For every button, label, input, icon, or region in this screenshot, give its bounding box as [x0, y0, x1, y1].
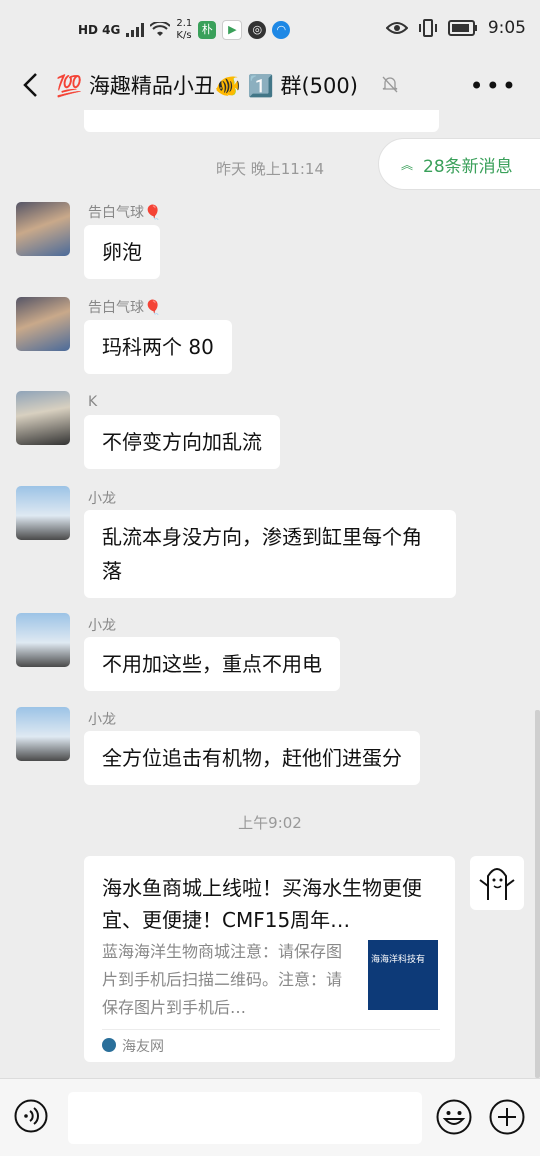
- sender-name: 告白气球🎈: [88, 205, 162, 221]
- battery-icon: [447, 20, 477, 36]
- network-indicator: HD 4G: [78, 23, 121, 37]
- source-logo-icon: [102, 1038, 116, 1052]
- avatar[interactable]: [16, 202, 70, 256]
- speed-value: 2.1: [176, 18, 193, 29]
- link-card-description: 蓝海海洋生物商城注意：请保存图片到手机后扫描二维码。注意：请保存图片到手机后…: [102, 942, 343, 1017]
- message-input[interactable]: [68, 1092, 422, 1144]
- scrollbar[interactable]: [535, 710, 540, 1078]
- signal-icon: [126, 23, 145, 37]
- message-bubble[interactable]: 玛科两个 80: [84, 320, 232, 374]
- status-bar: HD 4G 2.1 K/s 朴 ▶ ◎ ◠ 9:05: [0, 0, 540, 60]
- status-right: 9:05: [385, 18, 526, 38]
- link-card[interactable]: 海水鱼商城上线啦！买海水生物更便宜、更便捷！CMF15周年… 蓝海海洋生物商城注…: [84, 856, 455, 1062]
- message-bubble[interactable]: 不用加这些，重点不用电: [84, 637, 340, 691]
- chat-header: 💯 海趣精品小丑🐠 1️⃣ 群(500) •••: [0, 60, 540, 110]
- divider: [102, 1029, 440, 1030]
- sender-name: 小龙: [88, 712, 116, 728]
- link-card-source: 海友网: [122, 1039, 164, 1055]
- mute-bell-icon: [382, 76, 398, 93]
- avatar[interactable]: [16, 297, 70, 351]
- sender-name: K: [88, 394, 98, 410]
- speed-unit: K/s: [176, 30, 192, 41]
- avatar[interactable]: [16, 707, 70, 761]
- app-notification-icon: 朴: [198, 21, 217, 39]
- avatar[interactable]: [470, 856, 524, 910]
- ghost-sticker-icon: [479, 868, 515, 900]
- sender-name: 告白气球🎈: [88, 300, 162, 316]
- status-left: HD 4G 2.1 K/s 朴 ▶ ◎ ◠: [78, 18, 291, 42]
- sender-name: 小龙: [88, 618, 116, 634]
- chat-area[interactable]: 昨天 晚上11:14 ︽ 28条新消息 告白气球🎈 卵泡 告白气球🎈 玛科两个 …: [0, 110, 540, 1078]
- avatar[interactable]: [16, 486, 70, 540]
- message-bubble[interactable]: 乱流本身没方向，渗透到缸里每个角落: [84, 510, 456, 598]
- message-bubble[interactable]: 全方位追击有机物，赶他们进蛋分: [84, 731, 420, 785]
- more-options-icon[interactable]: •••: [470, 72, 518, 100]
- sender-name: 小龙: [88, 491, 116, 507]
- link-card-title: 海水鱼商城上线啦！买海水生物更便宜、更便捷！CMF15周年…: [102, 876, 422, 932]
- partial-message-bubble: [84, 110, 439, 132]
- network-speed: 2.1 K/s: [176, 18, 192, 42]
- thumbnail-caption: 海海洋科技有: [371, 955, 426, 965]
- browser-icon: ◠: [272, 21, 291, 39]
- chat-title: 💯 海趣精品小丑🐠 1️⃣ 群(500): [56, 74, 358, 98]
- voice-icon[interactable]: [14, 1099, 48, 1133]
- app-icon: ◎: [248, 21, 267, 39]
- clock: 9:05: [487, 18, 526, 38]
- emoji-icon[interactable]: [436, 1099, 472, 1135]
- avatar[interactable]: [16, 613, 70, 667]
- back-arrow-icon[interactable]: [16, 68, 46, 102]
- wifi-icon: [150, 22, 171, 36]
- message-bubble[interactable]: 卵泡: [84, 225, 160, 279]
- vibrate-icon: [418, 19, 437, 37]
- avatar[interactable]: [16, 391, 70, 445]
- new-messages-label: 28条新消息: [423, 156, 513, 177]
- play-icon: ▶: [222, 20, 243, 40]
- new-messages-button[interactable]: ︽ 28条新消息: [378, 138, 540, 190]
- input-bar: [0, 1078, 540, 1156]
- plus-icon[interactable]: [489, 1099, 525, 1135]
- double-chevron-up-icon: ︽: [401, 157, 414, 172]
- timestamp: 上午9:02: [238, 814, 302, 832]
- message-bubble[interactable]: 不停变方向加乱流: [84, 415, 280, 469]
- link-card-thumbnail: 海海洋科技有: [368, 940, 438, 1010]
- eye-icon: [385, 22, 408, 34]
